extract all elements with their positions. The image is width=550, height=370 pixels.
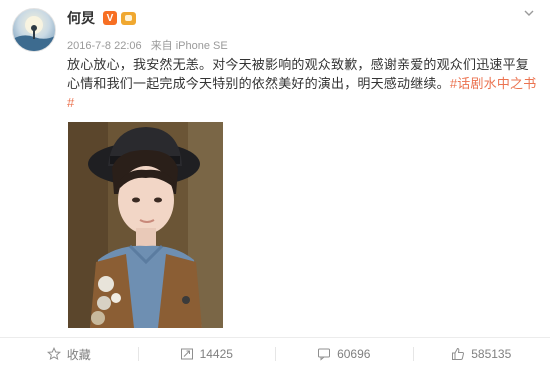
star-icon bbox=[47, 347, 61, 361]
comment-icon bbox=[317, 347, 331, 361]
action-bar: 收藏 14425 60696 585135 bbox=[0, 337, 550, 370]
like-count: 585135 bbox=[471, 347, 511, 361]
weibo-post: 何炅 V 2016-7-8 22:06 来自 iPhone SE 放心放心，我安… bbox=[0, 0, 550, 369]
post-source: 来自 iPhone SE bbox=[151, 40, 228, 52]
comment-count: 60696 bbox=[337, 347, 370, 361]
avatar[interactable] bbox=[12, 8, 56, 52]
username[interactable]: 何炅 bbox=[67, 8, 95, 28]
favorite-button[interactable]: 收藏 bbox=[0, 338, 138, 370]
post-meta: 2016-7-8 22:06 来自 iPhone SE bbox=[67, 37, 228, 53]
post-photo[interactable] bbox=[68, 122, 223, 328]
like-button[interactable]: 585135 bbox=[413, 338, 550, 370]
comment-button[interactable]: 60696 bbox=[275, 338, 413, 370]
repost-icon bbox=[180, 347, 194, 361]
chevron-down-icon[interactable] bbox=[522, 6, 536, 20]
post-timestamp[interactable]: 2016-7-8 22:06 bbox=[67, 40, 142, 52]
name-row: 何炅 V bbox=[67, 9, 136, 27]
repost-button[interactable]: 14425 bbox=[138, 338, 276, 370]
post-text: 放心放心，我安然无恙。对今天被影响的观众致歉，感谢亲爱的观众们迅速平复心情和我们… bbox=[67, 55, 537, 112]
like-icon bbox=[451, 347, 465, 361]
favorite-label: 收藏 bbox=[67, 346, 91, 363]
repost-count: 14425 bbox=[200, 347, 233, 361]
verified-badge: V bbox=[103, 11, 117, 25]
member-badge-icon bbox=[121, 12, 136, 25]
